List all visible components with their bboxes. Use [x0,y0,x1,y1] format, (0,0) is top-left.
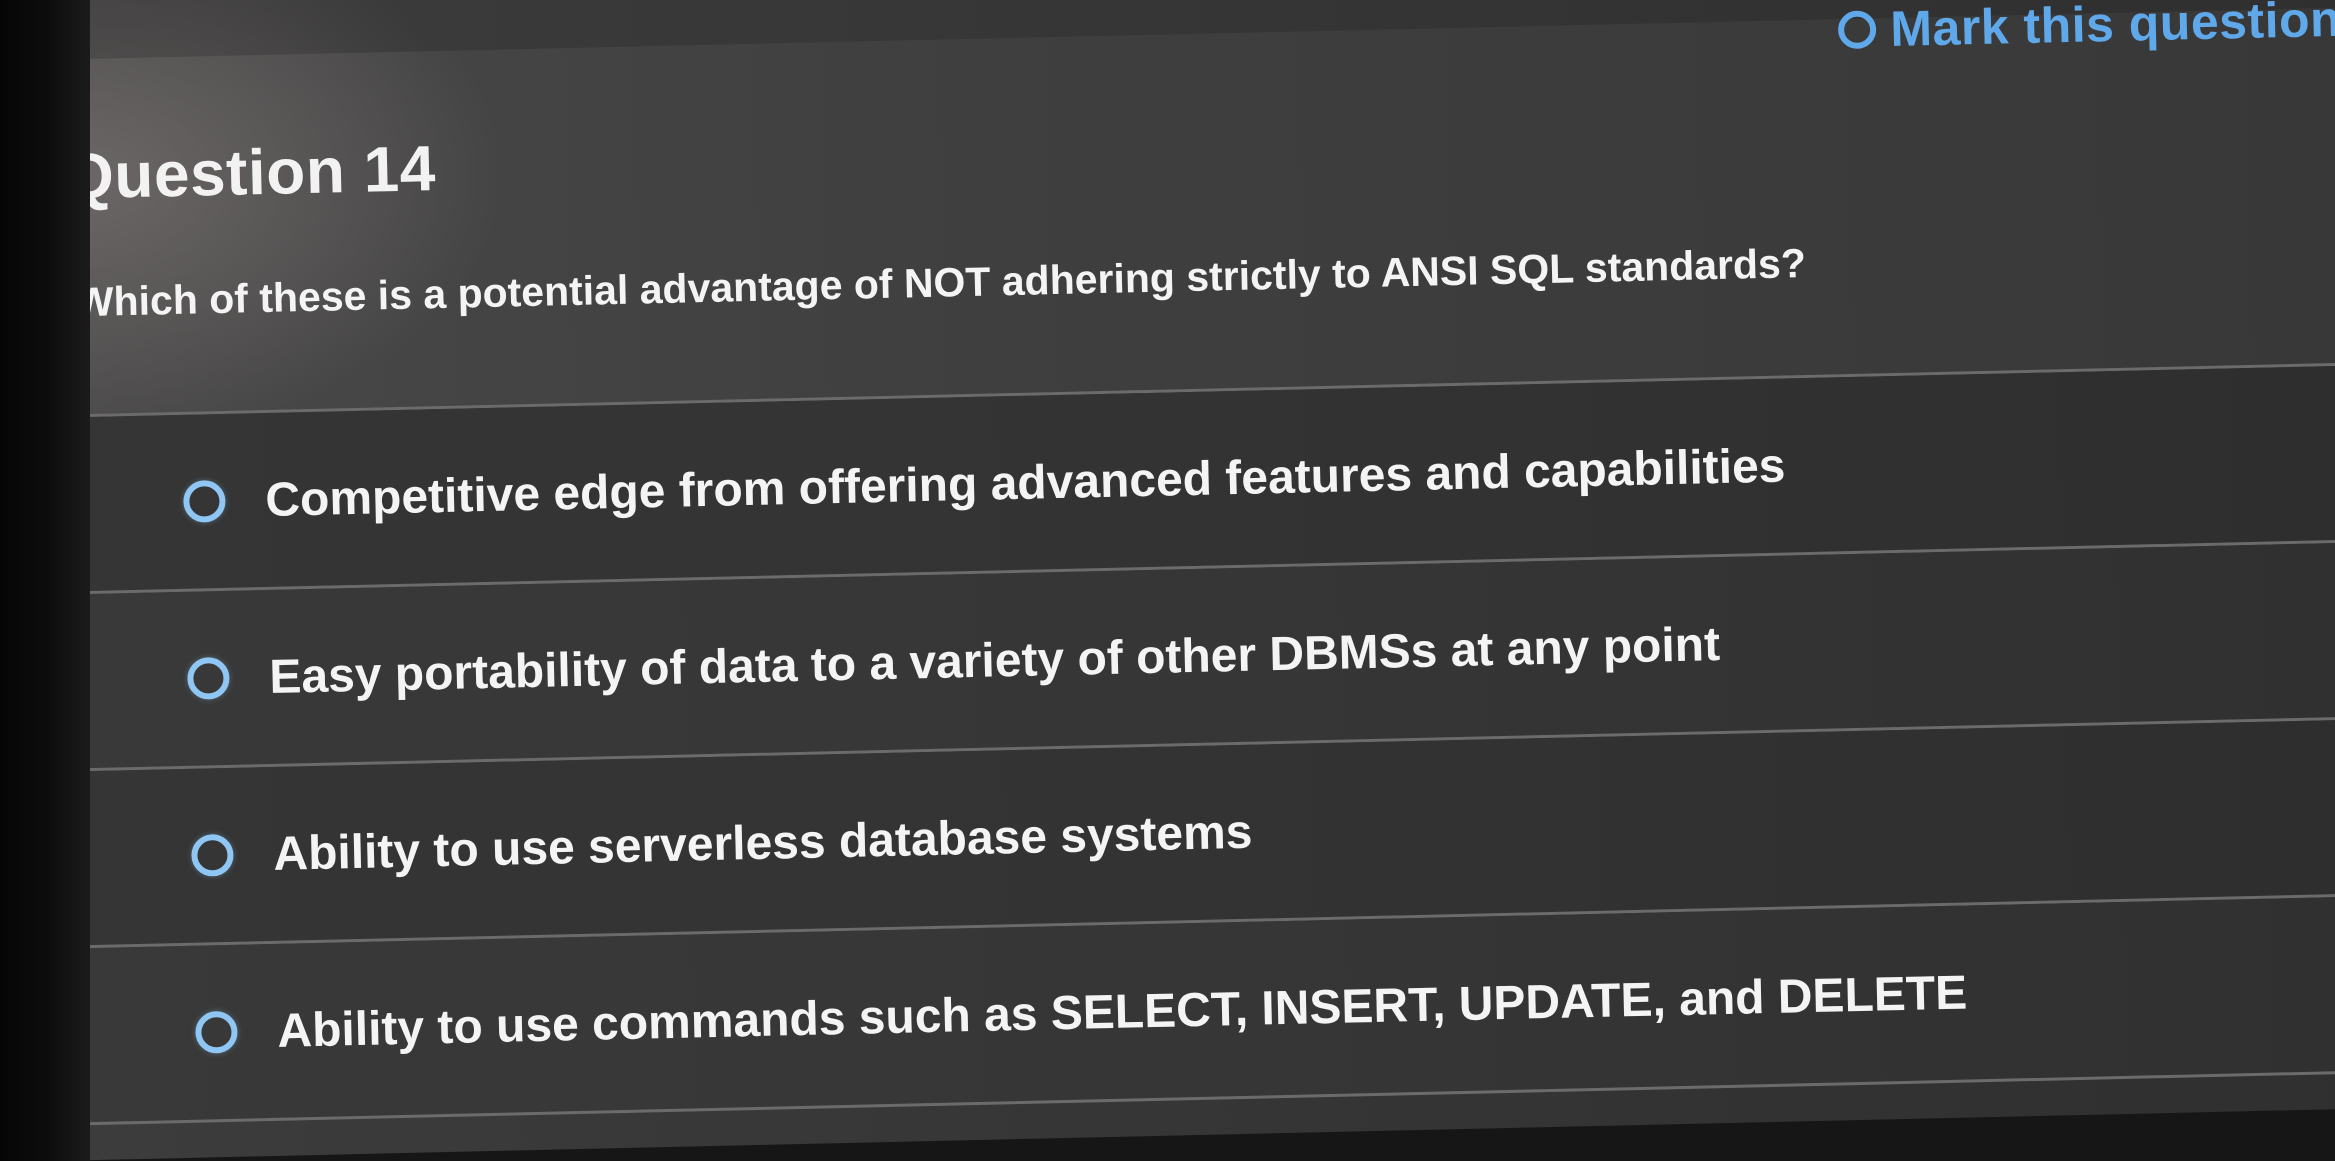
question-title: Question 14 [63,132,437,213]
radio-circle-icon[interactable] [190,833,234,877]
question-text: Which of these is a potential advantage … [74,240,1807,326]
question-header: Mark this question Question 14 Which of … [41,0,2335,418]
answer-option-label: Ability to use commands such as SELECT, … [276,966,1968,1058]
radio-circle-icon[interactable] [194,1010,238,1054]
answer-option-label: Competitive edge from offering advanced … [264,439,1786,527]
radio-circle-icon [1837,10,1877,50]
answer-options: Competitive edge from offering advanced … [49,365,2335,1126]
radio-circle-icon[interactable] [186,656,230,700]
answer-option-label: Easy portability of data to a variety of… [268,617,1721,704]
monitor-bezel [0,0,90,1161]
quiz-page: Mark this question Question 14 Which of … [40,0,2335,1161]
answer-option-label: Ability to use serverless database syste… [272,805,1253,881]
mark-this-question-toggle[interactable]: Mark this question [1837,0,2335,59]
radio-circle-icon[interactable] [182,479,226,523]
mark-this-question-label: Mark this question [1889,0,2335,58]
